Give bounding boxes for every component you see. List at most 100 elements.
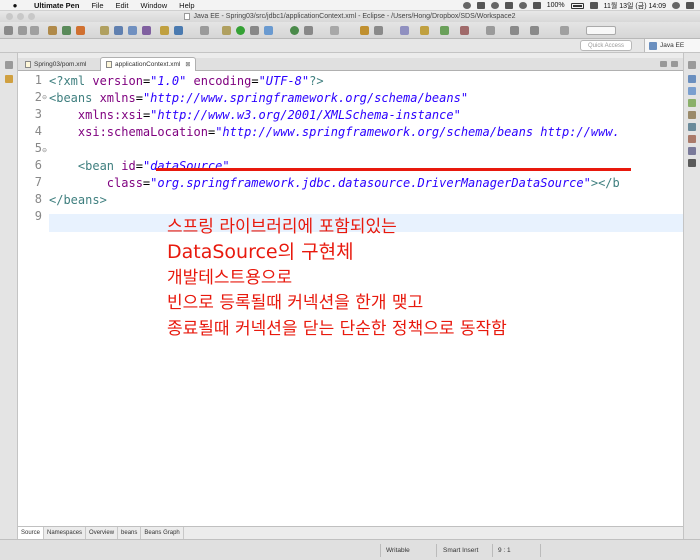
- pin-editor-icon[interactable]: [560, 26, 569, 35]
- profile-icon[interactable]: [76, 26, 85, 35]
- debug-icon[interactable]: [62, 26, 71, 35]
- run-icon[interactable]: [236, 26, 245, 35]
- prev-annotation-icon[interactable]: [400, 26, 409, 35]
- external-tools-icon[interactable]: [100, 26, 109, 35]
- code-line[interactable]: </beans>: [49, 192, 620, 209]
- data-source-icon[interactable]: [688, 135, 696, 143]
- notification-center-icon[interactable]: [686, 2, 694, 9]
- spring-bean-icon[interactable]: [440, 26, 449, 35]
- fold-toggle-icon[interactable]: ⊖: [42, 147, 47, 154]
- code-line[interactable]: [49, 141, 620, 158]
- new-wizard-icon[interactable]: [330, 26, 339, 35]
- perspective-java-ee[interactable]: Java EE: [644, 39, 700, 52]
- run-dropdown-icon[interactable]: [250, 26, 259, 35]
- back-icon[interactable]: [510, 26, 519, 35]
- fold-toggle-icon[interactable]: ⊖: [42, 94, 47, 101]
- combo-box[interactable]: [586, 26, 616, 35]
- markers-icon[interactable]: [688, 99, 696, 107]
- tab-source[interactable]: Source: [18, 527, 45, 539]
- editor-tab-bar: Spring03/pom.xml applicationContext.xml …: [18, 57, 683, 71]
- code-line[interactable]: <bean id="dataSource": [49, 158, 620, 175]
- maximize-editor-icon[interactable]: [671, 61, 678, 67]
- right-trim-stack: [683, 53, 700, 560]
- coverage-icon[interactable]: [304, 26, 313, 35]
- spring-icon[interactable]: [420, 26, 429, 35]
- wifi-icon[interactable]: [518, 2, 527, 9]
- volume-icon[interactable]: [532, 2, 541, 9]
- task-icon[interactable]: [460, 26, 469, 35]
- status-divider: [492, 544, 493, 557]
- open-file-icon[interactable]: [222, 26, 231, 35]
- new-package-icon[interactable]: [128, 26, 137, 35]
- battery-icon[interactable]: [570, 2, 584, 9]
- code-token: "org.springframework.jdbc.datasource.Dri…: [150, 176, 591, 190]
- dropbox-icon[interactable]: [462, 2, 471, 9]
- open-type-icon[interactable]: [160, 26, 169, 35]
- quick-access-field[interactable]: Quick Access: [580, 40, 632, 51]
- build-icon[interactable]: [360, 26, 369, 35]
- search-icon[interactable]: [174, 26, 183, 35]
- next-annotation-icon[interactable]: [374, 26, 383, 35]
- code-line[interactable]: <beans xmlns="http://www.springframework…: [49, 90, 620, 107]
- xml-file-icon: [106, 61, 112, 68]
- code-token: "http://www.w3.org/2001/XMLSchema-instan…: [150, 108, 461, 122]
- restore-right-icon[interactable]: [688, 61, 696, 69]
- code-token: "UTF-8": [258, 74, 310, 88]
- snippets-icon[interactable]: [688, 147, 696, 155]
- spotlight-icon[interactable]: [672, 2, 680, 9]
- line-number: 2: [34, 90, 42, 104]
- annotation-line: 스프링 라이브러리에 포함되있는: [167, 217, 397, 237]
- menu-app-name[interactable]: Ultimate Pen: [34, 1, 79, 10]
- apple-menu-icon[interactable]: ●: [10, 1, 20, 10]
- annotation-nav-icon[interactable]: [200, 26, 209, 35]
- servers-icon[interactable]: [688, 123, 696, 131]
- window-zoom-button[interactable]: [28, 13, 35, 20]
- tab-beans-graph[interactable]: Beans Graph: [141, 527, 184, 539]
- clock-icon[interactable]: [490, 2, 499, 9]
- toggle-breakpoint-icon[interactable]: [264, 26, 273, 35]
- tab-pom-xml[interactable]: Spring03/pom.xml: [20, 58, 91, 71]
- new-class-icon[interactable]: [114, 26, 123, 35]
- code-line[interactable]: class="org.springframework.jdbc.datasour…: [49, 175, 620, 192]
- menu-edit[interactable]: Edit: [116, 1, 129, 10]
- menu-datetime[interactable]: 11월 13일 (금) 14:09: [604, 1, 666, 11]
- minimize-editor-icon[interactable]: [660, 61, 667, 67]
- print-icon[interactable]: [30, 26, 39, 35]
- window-minimize-button[interactable]: [17, 13, 24, 20]
- menu-file[interactable]: File: [91, 1, 103, 10]
- window-close-button[interactable]: [6, 13, 13, 20]
- input-source-icon[interactable]: [589, 2, 598, 9]
- code-line[interactable]: xmlns:xsi="http://www.w3.org/2001/XMLSch…: [49, 107, 620, 124]
- save-icon[interactable]: [18, 26, 27, 35]
- close-tab-icon[interactable]: ⊠: [185, 61, 190, 68]
- line-number: 1: [34, 73, 42, 87]
- code-line[interactable]: xsi:schemaLocation="http://www.springfra…: [49, 124, 620, 141]
- bluetooth-icon[interactable]: [504, 2, 513, 9]
- new-interface-icon[interactable]: [142, 26, 151, 35]
- tab-overview[interactable]: Overview: [86, 527, 119, 539]
- code-line[interactable]: <?xml version="1.0" encoding="UTF-8"?>: [49, 73, 620, 90]
- sync-icon[interactable]: [476, 2, 485, 9]
- task-list-icon[interactable]: [688, 87, 696, 95]
- project-explorer-icon[interactable]: [5, 75, 13, 83]
- properties-icon[interactable]: [688, 111, 696, 119]
- new-icon[interactable]: [4, 26, 13, 35]
- tab-beans[interactable]: beans: [118, 527, 142, 539]
- menu-window[interactable]: Window: [140, 1, 167, 10]
- debug-run-icon[interactable]: [290, 26, 299, 35]
- tab-application-context[interactable]: applicationContext.xml ⊠: [100, 57, 197, 71]
- console-icon[interactable]: [688, 159, 696, 167]
- status-divider: [436, 544, 437, 557]
- forward-icon[interactable]: [530, 26, 539, 35]
- tab-namespaces[interactable]: Namespaces: [44, 527, 87, 539]
- last-edit-icon[interactable]: [486, 26, 495, 35]
- outline-icon[interactable]: [688, 75, 696, 83]
- code-token: xmlns:xsi: [77, 108, 143, 122]
- server-icon[interactable]: [48, 26, 57, 35]
- mac-menu-bar: ● Ultimate Pen File Edit Window Help 100…: [0, 0, 700, 11]
- restore-icon[interactable]: [5, 61, 13, 69]
- menu-help[interactable]: Help: [179, 1, 194, 10]
- code-text[interactable]: <?xml version="1.0" encoding="UTF-8"?> <b…: [49, 73, 620, 226]
